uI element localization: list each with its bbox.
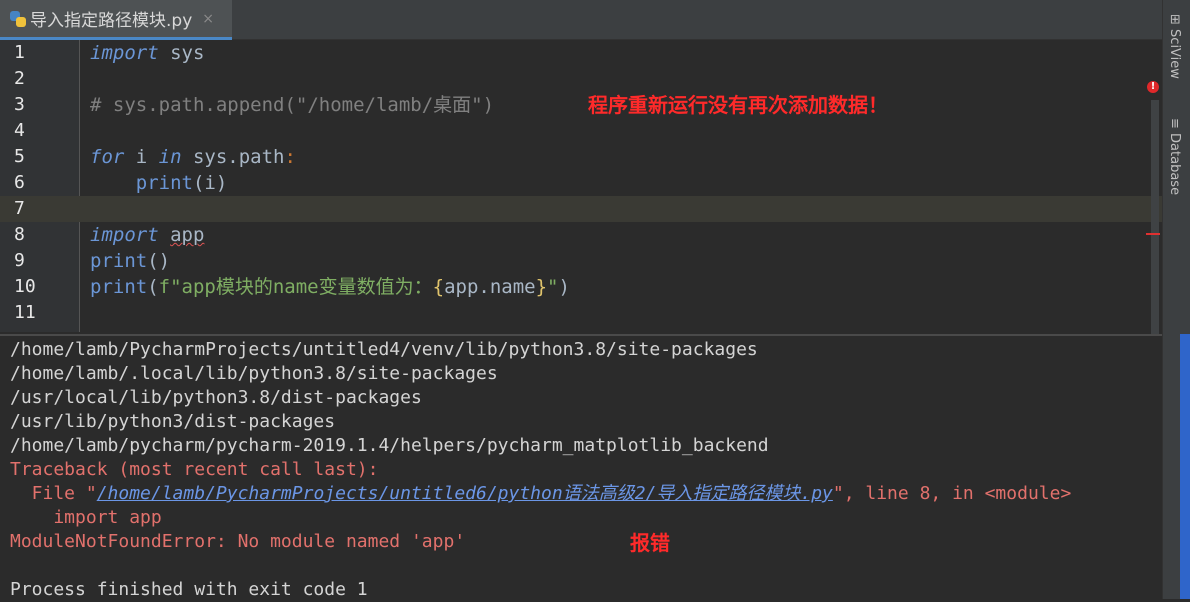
code-editor[interactable]: 1 import sys 2 3 # sys.path.append("/hom…: [0, 40, 1162, 340]
code-line: 10 print(f"app模块的name变量数值为：{app.name}"): [0, 274, 1162, 300]
keyword: in: [158, 146, 182, 168]
builtin: print: [90, 250, 148, 272]
unresolved-module: app: [170, 224, 205, 246]
string-literal: ": [547, 276, 559, 298]
console-line: /home/lamb/.local/lib/python3.8/site-pac…: [10, 363, 498, 384]
sciview-tab[interactable]: ⊞ SciView: [1167, 14, 1182, 79]
code-line: 2: [0, 66, 1162, 92]
line-number: 8: [14, 224, 25, 245]
builtin: print: [90, 276, 148, 298]
code-text: app.name: [444, 276, 536, 298]
editor-scrollbar[interactable]: [1151, 100, 1159, 340]
fstring-brace: }: [535, 276, 548, 298]
code-text: i: [124, 146, 159, 168]
tab-filename: 导入指定路径模块.py: [30, 11, 193, 31]
console-line: /usr/local/lib/python3.8/dist-packages: [10, 387, 422, 408]
sciview-label: SciView: [1167, 29, 1182, 79]
tab-file[interactable]: 导入指定路径模块.py ×: [0, 0, 232, 40]
traceback-file-line: File "/home/lamb/PycharmProjects/untitle…: [10, 482, 1072, 506]
keyword: for: [90, 146, 125, 168]
code-line: 6 print(i): [0, 170, 1162, 196]
traceback-header: Traceback (most recent call last):: [10, 459, 379, 480]
line-number: 9: [14, 250, 25, 271]
database-label: Database: [1167, 133, 1182, 196]
error-stripe-mark[interactable]: [1146, 233, 1160, 235]
line-number: 4: [14, 120, 25, 141]
error-indicator-icon[interactable]: !: [1147, 81, 1159, 93]
run-console[interactable]: /home/lamb/PycharmProjects/untitled4/ven…: [0, 334, 1162, 600]
error-message: ModuleNotFoundError: No module named 'ap…: [10, 531, 466, 552]
database-tab[interactable]: ≡ Database: [1167, 118, 1182, 195]
line-number: 3: [14, 94, 25, 115]
code-text: (: [147, 276, 159, 298]
code-text: (i): [192, 172, 228, 194]
code-text: sys.path: [181, 146, 285, 168]
code-text: (): [147, 250, 171, 272]
keyword: import: [90, 224, 159, 246]
line-number: 1: [14, 42, 25, 63]
process-finished-line: Process finished with exit code 1: [10, 579, 368, 600]
traceback-file-link[interactable]: /home/lamb/PycharmProjects/untitled6/pyt…: [97, 483, 833, 504]
code-comment: # sys.path.append("/home/lamb/桌面"): [90, 94, 495, 116]
builtin: print: [135, 172, 193, 194]
code-line-current: 7: [0, 196, 1162, 222]
traceback-suffix: ", line 8, in <module>: [832, 483, 1072, 504]
python-file-icon: [10, 10, 26, 27]
console-line: /home/lamb/PycharmProjects/untitled4/ven…: [10, 339, 758, 360]
console-line: /usr/lib/python3/dist-packages: [10, 411, 336, 432]
editor-tab-bar: 导入指定路径模块.py ×: [0, 0, 1162, 40]
console-line: /home/lamb/pycharm/pycharm-2019.1.4/help…: [10, 435, 769, 456]
line-number: 2: [14, 68, 25, 89]
close-tab-icon[interactable]: ×: [202, 11, 214, 27]
traceback-code-line: import app: [10, 507, 162, 528]
sciview-icon: ⊞: [1167, 14, 1182, 25]
database-icon: ≡: [1167, 118, 1182, 129]
annotation-text: 程序重新运行没有再次添加数据！: [588, 93, 888, 117]
console-scroll-indicator[interactable]: [1180, 334, 1190, 599]
string-literal: f"app模块的name变量数值为：: [158, 276, 433, 298]
fstring-brace: {: [432, 276, 445, 298]
code-line: 5 for i in sys.path:: [0, 144, 1162, 170]
code-line: 9 print(): [0, 248, 1162, 274]
code-line: 4: [0, 118, 1162, 144]
traceback-prefix: File ": [10, 483, 97, 504]
line-number: 11: [14, 302, 36, 323]
code-line: 11: [0, 300, 1162, 326]
line-number: 7: [14, 198, 25, 219]
line-number: 10: [14, 276, 36, 297]
code-line: 8 import app: [0, 222, 1162, 248]
code-text: ): [558, 276, 570, 298]
code-punct: :: [284, 146, 296, 168]
annotation-text: 报错: [630, 531, 670, 555]
code-line: 3 # sys.path.append("/home/lamb/桌面"): [0, 92, 1162, 118]
line-number: 6: [14, 172, 25, 193]
code-text: sys: [158, 42, 205, 64]
code-line: 1 import sys: [0, 40, 1162, 66]
line-number: 5: [14, 146, 25, 167]
keyword: import: [90, 42, 159, 64]
